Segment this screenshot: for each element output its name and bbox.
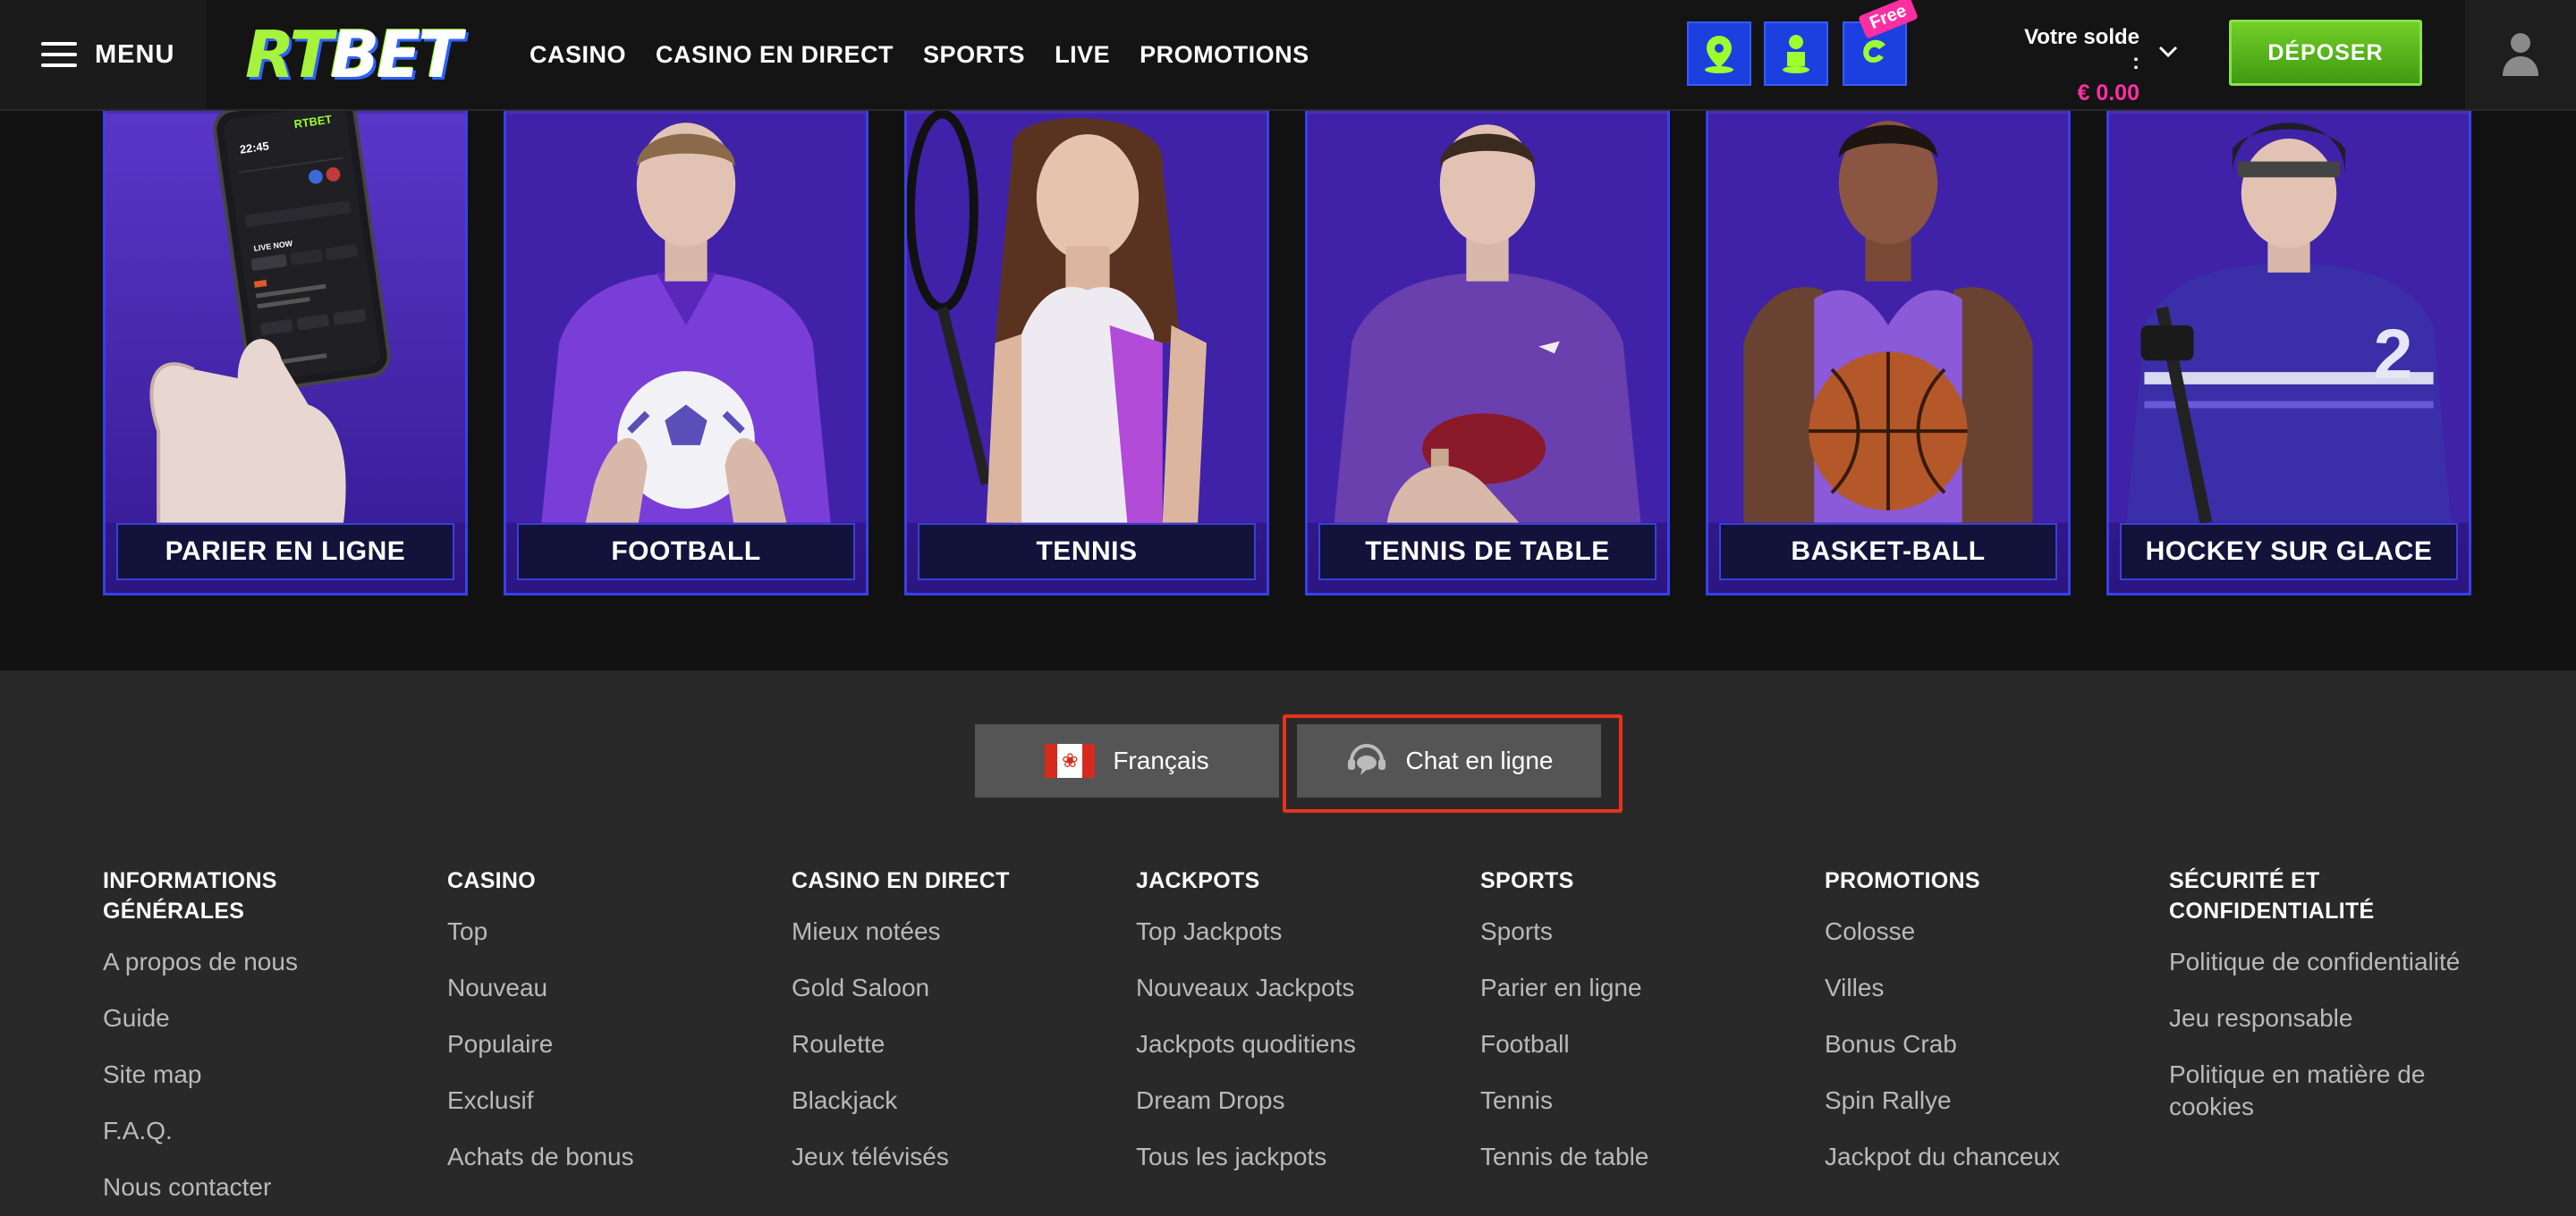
footer-col-jackpots: JACKPOTS Top Jackpots Nouveaux Jackpots … (1136, 866, 1458, 1197)
sport-card-tennis-de-table[interactable]: TENNIS DE TABLE (1305, 111, 1670, 595)
sport-card-tennis[interactable]: TENNIS (904, 111, 1269, 595)
tennis-player-illustration (907, 111, 1267, 523)
live-chat-label: Chat en ligne (1405, 747, 1554, 774)
footer-link[interactable]: Roulette (792, 1028, 1114, 1060)
sport-card-football[interactable]: FOOTBALL (504, 111, 869, 595)
person-icon (1783, 35, 1809, 73)
nav-sports[interactable]: SPORTS (923, 41, 1025, 69)
footer-col-informations: INFORMATIONS GÉNÉRALES A propos de nous … (103, 866, 425, 1216)
footer-col-title: INFORMATIONS GÉNÉRALES (103, 868, 277, 924)
footer-link[interactable]: Spin Rallye (1825, 1085, 2147, 1117)
footer-link[interactable]: A propos de nous (103, 946, 425, 978)
footer-link[interactable]: Nous contacter (103, 1171, 425, 1203)
football-player-illustration (506, 114, 866, 523)
footer-link[interactable]: Parier en ligne (1480, 972, 1802, 1004)
sport-card-basket-ball[interactable]: BASKET-BALL (1706, 111, 2071, 595)
balance-label: Votre solde : (2024, 25, 2140, 74)
footer-link[interactable]: Jackpots quoditiens (1136, 1028, 1458, 1060)
map-pin-button[interactable] (1687, 21, 1751, 86)
person-button[interactable] (1764, 21, 1828, 86)
footer-link[interactable]: Bonus Crab (1825, 1028, 2147, 1060)
footer-link[interactable]: F.A.Q. (103, 1115, 425, 1147)
free-spins-button[interactable]: Free (1843, 0, 1919, 86)
footer-link[interactable]: Dream Drops (1136, 1085, 1458, 1117)
sport-card-hockey-sur-glace[interactable]: 2 HOCKEY SUR GLACE (2106, 111, 2471, 595)
footer-col-title: SPORTS (1480, 868, 1574, 893)
footer-link[interactable]: Colosse (1825, 916, 2147, 948)
language-selector[interactable]: ❀ Français (975, 724, 1279, 798)
map-pin-icon (1705, 36, 1733, 73)
footer-link[interactable]: Jeux télévisés (792, 1141, 1114, 1173)
footer-link[interactable]: Top (447, 916, 769, 948)
hamburger-icon (41, 42, 77, 67)
nav-casino-en-direct[interactable]: CASINO EN DIRECT (656, 41, 894, 69)
balance-display[interactable]: Votre solde : € 0.00 (2014, 25, 2140, 106)
footer-col-title: CASINO (447, 868, 537, 893)
language-label: Français (1113, 747, 1209, 774)
menu-button[interactable]: MENU (0, 0, 206, 109)
sport-card-label: BASKET-BALL (1719, 523, 2057, 580)
footer-link[interactable]: Sports (1480, 916, 1802, 948)
menu-label: MENU (95, 39, 175, 69)
account-button[interactable] (2465, 0, 2576, 109)
basketball-player-illustration (1708, 114, 2068, 523)
balance-amount: € 0.00 (2077, 80, 2140, 106)
footer-col-casino-en-direct: CASINO EN DIRECT Mieux notées Gold Saloo… (792, 866, 1114, 1197)
footer-link[interactable]: Populaire (447, 1028, 769, 1060)
footer-col-title: SÉCURITÉ ET CONFIDENTIALITÉ (2169, 868, 2375, 924)
sport-card-parier-en-ligne[interactable]: 22:45 RTBET LIVE NOW PARIER EN LIGNE (103, 111, 468, 595)
footer-link[interactable]: Blackjack (792, 1085, 1114, 1117)
footer-link[interactable]: Villes (1825, 972, 2147, 1004)
nav-promotions[interactable]: PROMOTIONS (1140, 41, 1309, 69)
footer-col-casino: CASINO Top Nouveau Populaire Exclusif Ac… (447, 866, 769, 1197)
footer-link[interactable]: Jackpot du chanceux (1825, 1141, 2147, 1173)
sport-cards: 22:45 RTBET LIVE NOW PARIER EN LIGNE FOO… (103, 111, 2473, 595)
footer-link[interactable]: Site map (103, 1059, 425, 1091)
svg-text:2: 2 (2374, 315, 2413, 393)
footer-link[interactable]: Guide (103, 1002, 425, 1034)
live-chat-button[interactable]: Chat en ligne (1297, 724, 1601, 798)
sport-card-label: TENNIS DE TABLE (1318, 523, 1657, 580)
footer-col-promotions: PROMOTIONS Colosse Villes Bonus Crab Spi… (1825, 866, 2147, 1197)
canada-flag-icon: ❀ (1045, 744, 1096, 778)
sport-card-label: PARIER EN LIGNE (116, 523, 454, 580)
footer-col-title: CASINO EN DIRECT (792, 868, 1010, 893)
footer-link[interactable]: Achats de bonus (447, 1141, 769, 1173)
footer-link[interactable]: Jeu responsable (2169, 1002, 2509, 1034)
footer-link[interactable]: Exclusif (447, 1085, 769, 1117)
footer-link[interactable]: Tous les jackpots (1136, 1141, 1458, 1173)
user-icon (2503, 33, 2538, 76)
deposit-button[interactable]: DÉPOSER (2229, 20, 2422, 86)
rtbet-logo[interactable]: RTBET (245, 16, 462, 93)
chevron-down-icon[interactable] (2156, 39, 2181, 64)
footer-col-title: JACKPOTS (1136, 868, 1260, 893)
sport-card-label: TENNIS (918, 523, 1256, 580)
sport-card-label: FOOTBALL (517, 523, 855, 580)
sport-card-label: HOCKEY SUR GLACE (2120, 523, 2458, 580)
footer-link[interactable]: Mieux notées (792, 916, 1114, 948)
nav-live[interactable]: LIVE (1055, 41, 1110, 69)
footer-link[interactable]: Gold Saloon (792, 972, 1114, 1004)
main-nav: CASINO CASINO EN DIRECT SPORTS LIVE PROM… (530, 0, 1309, 109)
top-header: MENU RTBET CASINO CASINO EN DIRECT SPORT… (0, 0, 2576, 111)
chat-support-icon (1348, 744, 1386, 775)
footer-link[interactable]: Top Jackpots (1136, 916, 1458, 948)
footer-link[interactable]: Football (1480, 1028, 1802, 1060)
logo-text-bet: BET (330, 17, 462, 92)
footer-link[interactable]: Politique de confidentialité (2169, 946, 2509, 978)
table-tennis-player-illustration (1308, 114, 1667, 523)
hockey-player-illustration: 2 (2109, 114, 2469, 524)
footer-col-sports: SPORTS Sports Parier en ligne Football T… (1480, 866, 1802, 1197)
footer-link[interactable]: Tennis (1480, 1085, 1802, 1117)
phone-illustration: 22:45 RTBET LIVE NOW (106, 111, 465, 523)
footer-col-securite: SÉCURITÉ ET CONFIDENTIALITÉ Politique de… (2169, 866, 2509, 1147)
nav-casino[interactable]: CASINO (530, 41, 626, 69)
footer-link[interactable]: Nouveau (447, 972, 769, 1004)
footer-link[interactable]: Nouveaux Jackpots (1136, 972, 1458, 1004)
footer-link[interactable]: Politique en matière de cookies (2169, 1059, 2509, 1123)
free-spins-icon (1863, 39, 1885, 63)
footer-link[interactable]: Tennis de table (1480, 1141, 1802, 1173)
footer-col-title: PROMOTIONS (1825, 868, 1980, 893)
